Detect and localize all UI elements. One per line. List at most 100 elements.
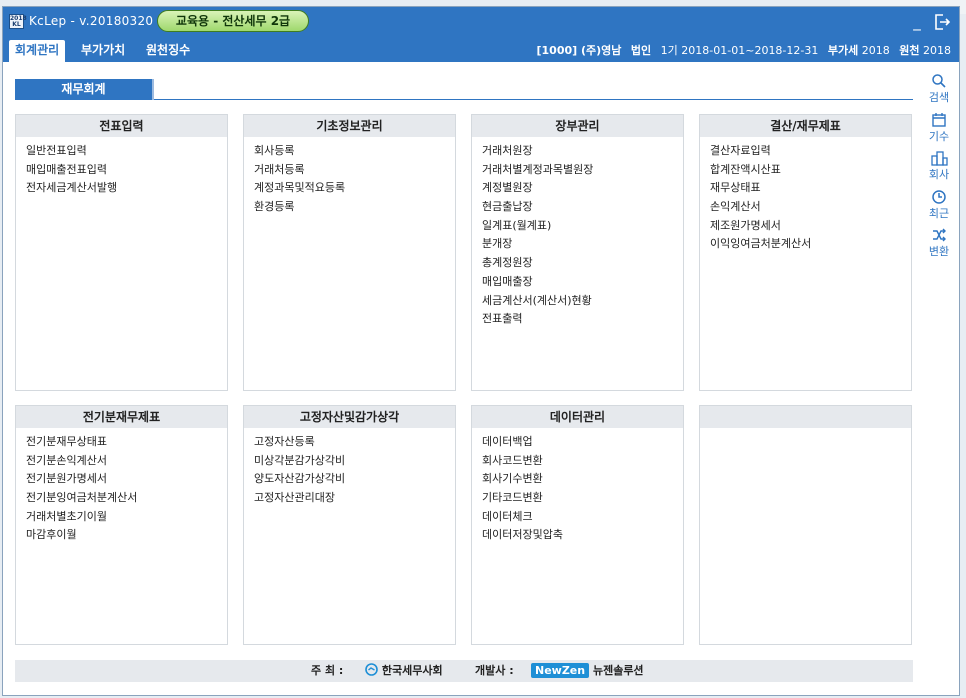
menu-item-voucher-print[interactable]: 전표출력: [482, 310, 683, 329]
menu-list: 거래처원장 거래처별계정과목별원장 계정별원장 현금출납장 일계표(월계표) 분…: [472, 137, 683, 329]
panel-empty: [699, 405, 912, 645]
period-tool[interactable]: 기수: [919, 112, 959, 144]
menu-item-environment-settings[interactable]: 환경등록: [254, 198, 455, 217]
menu-item-disposed-depreciation[interactable]: 양도자산감가상각비: [254, 470, 455, 489]
panel-basic-info: 기초정보관리 회사등록 거래처등록 계정과목및적요등록 환경등록: [243, 114, 456, 391]
app-title: KcLep - v.20180320: [29, 14, 154, 28]
period-tool-label: 기수: [928, 130, 950, 143]
subtab-row: 재무회계: [15, 79, 913, 100]
menu-item-account-ledger[interactable]: 계정별원장: [482, 179, 683, 198]
recent-tool[interactable]: 최근: [919, 189, 959, 221]
calendar-icon: [932, 113, 946, 127]
host-logo-icon: [365, 663, 378, 676]
menu-list: 일반전표입력 매입매출전표입력 전자세금계산서발행: [16, 137, 227, 198]
menu-item-sales-purchase-book[interactable]: 매입매출장: [482, 273, 683, 292]
app-window: 2018 KL KcLep - v.20180320 교육용 - 전산세무 2급 …: [2, 6, 960, 696]
menu-item-fixed-asset-ledger[interactable]: 고정자산관리대장: [254, 489, 455, 508]
menu-item-fiscal-period-convert[interactable]: 회사기수변환: [482, 470, 683, 489]
footer-dev: NewZen 뉴젠솔루션: [531, 660, 644, 682]
footer-host: 한국세무사회: [365, 660, 443, 682]
tab-accounting[interactable]: 회계관리: [9, 40, 66, 62]
panel-header: 고정자산및감가상각: [244, 406, 455, 428]
menu-item-general-voucher[interactable]: 일반전표입력: [26, 142, 227, 161]
menu-bar: 회계관리 부가가치 원천징수 [1000] (주)영남 법인 1기 2018-0…: [3, 37, 959, 62]
company-type: 법인: [630, 44, 652, 57]
panel-data-management: 데이터관리 데이터백업 회사코드변환 회사기수변환 기타코드변환 데이터체크 데…: [471, 405, 684, 645]
menu-item-prior-balance-sheet[interactable]: 전기분재무상태표: [26, 433, 227, 452]
menu-item-retained-earnings[interactable]: 이익잉여금처분계산서: [710, 235, 911, 254]
menu-item-tax-invoice-status[interactable]: 세금계산서(계산서)현황: [482, 292, 683, 311]
vat-label: 부가세: [827, 44, 859, 57]
footer-host-org: 한국세무사회: [381, 664, 443, 677]
menu-item-client-registration[interactable]: 거래처등록: [254, 161, 455, 180]
menu-item-e-tax-invoice[interactable]: 전자세금계산서발행: [26, 179, 227, 198]
menu-item-daily-monthly[interactable]: 일계표(월계표): [482, 217, 683, 236]
footer-host-label: 주 최 :: [311, 664, 344, 677]
withholding-year: 2018: [923, 44, 951, 57]
tab-vat[interactable]: 부가가치: [75, 40, 131, 62]
panel-voucher-entry: 전표입력 일반전표입력 매입매출전표입력 전자세금계산서발행: [15, 114, 228, 391]
menu-item-company-registration[interactable]: 회사등록: [254, 142, 455, 161]
panel-fixed-assets: 고정자산및감가상각 고정자산등록 미상각분감가상각비 양도자산감가상각비 고정자…: [243, 405, 456, 645]
panel-header: [700, 406, 911, 428]
panel-header: 전표입력: [16, 115, 227, 137]
convert-tool[interactable]: 변환: [919, 227, 959, 259]
clock-icon: [932, 190, 946, 204]
fiscal-period: 2018-01-01~2018-12-31: [681, 44, 819, 57]
footer-bar: 주 최 : 한국세무사회 개발사 : NewZen 뉴젠솔루션: [15, 660, 913, 682]
menu-item-other-code-convert[interactable]: 기타코드변환: [482, 489, 683, 508]
company-tool[interactable]: 회사: [919, 150, 959, 182]
menu-item-balance-sheet[interactable]: 재무상태표: [710, 179, 911, 198]
app-logo-icon: 2018 KL: [9, 14, 27, 29]
search-tool[interactable]: 검색: [919, 73, 959, 105]
menu-item-general-ledger[interactable]: 총계정원장: [482, 254, 683, 273]
menu-item-prior-income-statement[interactable]: 전기분손익계산서: [26, 452, 227, 471]
menu-item-client-account-ledger[interactable]: 거래처별계정과목별원장: [482, 161, 683, 180]
menu-item-data-save-compress[interactable]: 데이터저장및압축: [482, 526, 683, 545]
company-info[interactable]: [1000] (주)영남 법인 1기 2018-01-01~2018-12-31…: [537, 42, 952, 58]
search-icon: [932, 74, 946, 88]
menu-item-cost-statement[interactable]: 제조원가명세서: [710, 217, 911, 236]
panel-header: 기초정보관리: [244, 115, 455, 137]
menu-list: 고정자산등록 미상각분감가상각비 양도자산감가상각비 고정자산관리대장: [244, 428, 455, 508]
menu-item-client-carryover[interactable]: 거래처별초기이월: [26, 508, 227, 527]
convert-tool-label: 변환: [928, 245, 950, 258]
panel-ledger: 장부관리 거래처원장 거래처별계정과목별원장 계정별원장 현금출납장 일계표(월…: [471, 114, 684, 391]
recent-tool-label: 최근: [928, 207, 950, 220]
menu-item-account-registration[interactable]: 계정과목및적요등록: [254, 179, 455, 198]
tab-financial-accounting[interactable]: 재무회계: [15, 79, 152, 100]
menu-item-trial-balance[interactable]: 합계잔액시산표: [710, 161, 911, 180]
menu-list: 결산자료입력 합계잔액시산표 재무상태표 손익계산서 제조원가명세서 이익잉여금…: [700, 137, 911, 254]
menu-item-journal[interactable]: 분개장: [482, 235, 683, 254]
menu-list: 전기분재무상태표 전기분손익계산서 전기분원가명세서 전기분잉여금처분계산서 거…: [16, 428, 227, 545]
menu-item-cash-book[interactable]: 현금출납장: [482, 198, 683, 217]
menu-list: 회사등록 거래처등록 계정과목및적요등록 환경등록: [244, 137, 455, 217]
panel-header: 전기분재무제표: [16, 406, 227, 428]
menu-item-data-backup[interactable]: 데이터백업: [482, 433, 683, 452]
menu-item-data-check[interactable]: 데이터체크: [482, 508, 683, 527]
menu-item-client-ledger[interactable]: 거래처원장: [482, 142, 683, 161]
menu-item-company-code-convert[interactable]: 회사코드변환: [482, 452, 683, 471]
building-icon: [931, 151, 948, 166]
menu-list: 데이터백업 회사코드변환 회사기수변환 기타코드변환 데이터체크 데이터저장및압…: [472, 428, 683, 545]
menu-item-prior-cost-statement[interactable]: 전기분원가명세서: [26, 470, 227, 489]
panel-header: 데이터관리: [472, 406, 683, 428]
menu-item-fixed-asset-registration[interactable]: 고정자산등록: [254, 433, 455, 452]
company-code-name: [1000] (주)영남: [536, 44, 622, 57]
menu-item-prior-retained-earnings[interactable]: 전기분잉여금처분계산서: [26, 489, 227, 508]
footer-dev-name: 뉴젠솔루션: [592, 664, 644, 677]
tab-withholding[interactable]: 원천징수: [140, 40, 196, 62]
menu-item-undepreciated-depreciation[interactable]: 미상각분감가상각비: [254, 452, 455, 471]
panel-header: 결산/재무제표: [700, 115, 911, 137]
menu-item-income-statement[interactable]: 손익계산서: [710, 198, 911, 217]
exit-icon[interactable]: [933, 13, 951, 31]
minimize-icon[interactable]: _: [908, 13, 926, 31]
menu-item-closing-data[interactable]: 결산자료입력: [710, 142, 911, 161]
withholding-label: 원천: [899, 44, 920, 57]
panel-header: 장부관리: [472, 115, 683, 137]
panel-closing-statements: 결산/재무제표 결산자료입력 합계잔액시산표 재무상태표 손익계산서 제조원가명…: [699, 114, 912, 391]
search-tool-label: 검색: [928, 91, 950, 104]
menu-item-sales-purchase-voucher[interactable]: 매입매출전표입력: [26, 161, 227, 180]
footer-dev-label: 개발사 :: [475, 664, 514, 677]
menu-item-post-closing-carryover[interactable]: 마감후이월: [26, 526, 227, 545]
